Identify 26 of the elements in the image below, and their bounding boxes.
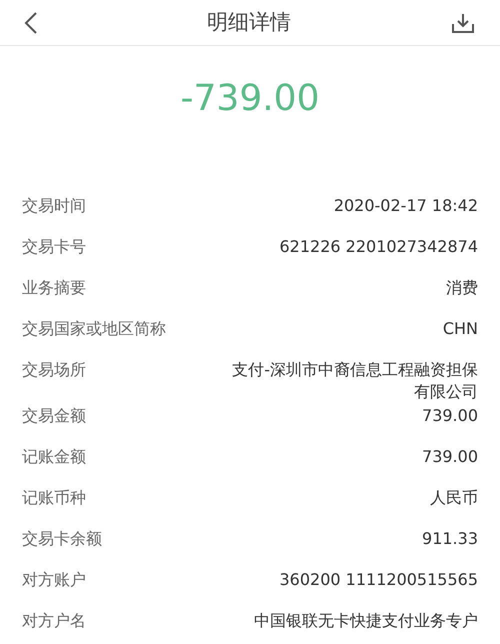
field-value: 人民币 xyxy=(430,487,478,509)
field-value: 911.33 xyxy=(422,528,478,550)
field-label: 记账币种 xyxy=(22,487,86,509)
download-icon xyxy=(451,12,475,34)
field-label: 业务摘要 xyxy=(22,277,86,299)
field-label: 交易国家或地区简称 xyxy=(22,318,166,340)
field-value: 支付-深圳市中裔信息工程融资担保有限公司 xyxy=(231,359,478,403)
field-label: 交易场所 xyxy=(22,359,86,381)
field-value: 中国银联无卡快捷支付业务专户 xyxy=(254,610,478,632)
field-label: 对方户名 xyxy=(22,610,86,632)
back-icon xyxy=(24,10,38,34)
field-label: 交易卡余额 xyxy=(22,528,102,550)
field-value: 消费 xyxy=(446,277,478,299)
field-value: 360200 1111200515565 xyxy=(280,569,478,591)
field-value: 739.00 xyxy=(422,446,478,468)
field-label: 对方账户 xyxy=(22,569,86,591)
field-label: 交易金额 xyxy=(22,405,86,427)
field-value: 621226 2201027342874 xyxy=(280,236,478,258)
field-value: CHN xyxy=(442,318,478,340)
field-value: 2020-02-17 18:42 xyxy=(334,195,478,217)
field-label: 记账金额 xyxy=(22,446,86,468)
field-label: 交易时间 xyxy=(22,195,86,217)
field-label: 交易卡号 xyxy=(22,236,86,258)
page-title: 明细详情 xyxy=(207,8,291,36)
field-value: 739.00 xyxy=(422,405,478,427)
amount: -739.00 xyxy=(180,77,320,121)
